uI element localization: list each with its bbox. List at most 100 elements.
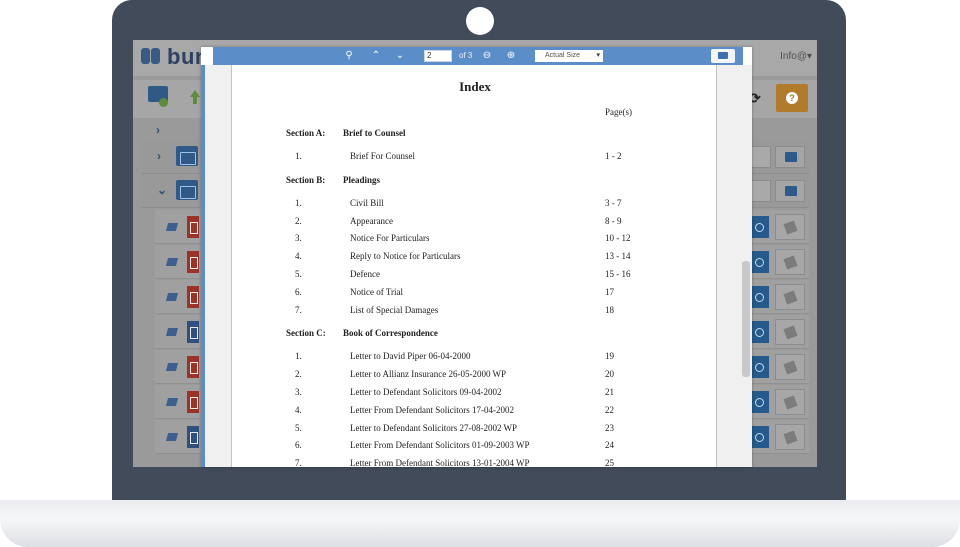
entry-pages: 17 [605, 286, 614, 297]
folder-icon [176, 146, 198, 166]
logo-icon [141, 48, 161, 64]
view-button[interactable] [749, 321, 769, 343]
word-file-icon [187, 426, 199, 448]
pdf-viewer: Index Page(s) Section A: Brief to Counsel… [201, 47, 752, 467]
entry-number: 5. [295, 422, 302, 433]
edit-icon[interactable] [775, 424, 805, 450]
viewer-toolbar: ⚲ ⌃ ⌄ 2 of 3 ⊖ ⊕ Actual Size [213, 47, 743, 65]
edit-icon[interactable] [775, 354, 805, 380]
collapse-chevron-icon[interactable]: ⌄ [157, 183, 167, 197]
drag-handle-icon[interactable] [165, 398, 179, 406]
drag-handle-icon[interactable] [165, 293, 179, 301]
entry-number: 5. [295, 269, 302, 279]
laptop-base [0, 500, 960, 547]
help-button[interactable]: ? [776, 84, 808, 112]
entry-number: 4. [295, 251, 302, 262]
entry-pages: 21 [605, 387, 614, 397]
entry-number: 7. [295, 304, 302, 315]
pdf-file-icon [187, 251, 199, 273]
view-button[interactable] [749, 251, 769, 273]
expand-chevron-icon[interactable]: › [157, 149, 161, 163]
entry-title: Reply to Notice for Particulars [350, 251, 461, 262]
entry-pages: 22 [605, 404, 614, 415]
edit-icon[interactable] [775, 284, 805, 310]
edit-icon[interactable] [775, 389, 805, 415]
print-button[interactable] [711, 49, 735, 63]
zoom-in-button[interactable]: ⊕ [501, 49, 521, 63]
entry-number: 6. [295, 440, 302, 451]
search-icon[interactable]: ⚲ [339, 49, 359, 63]
section-name: Pleadings [343, 174, 381, 185]
entry-pages: 20 [605, 369, 614, 380]
entry-number: 6. [295, 286, 302, 297]
zoom-out-button[interactable]: ⊖ [477, 49, 497, 63]
previous-page-button[interactable]: ⌃ [366, 49, 386, 63]
section-label: Section B: [286, 174, 326, 185]
help-icon: ? [786, 92, 798, 104]
entry-number: 1. [295, 197, 302, 208]
pdf-file-icon [187, 356, 199, 378]
entry-title: Letter to Allianz Insurance 26-05-2000 W… [350, 369, 507, 380]
view-button[interactable] [749, 286, 769, 308]
word-file-icon [187, 321, 199, 343]
scrollbar-thumb[interactable] [742, 261, 750, 377]
entry-number: 2. [295, 369, 302, 380]
open-folder-button[interactable] [775, 180, 805, 202]
pdf-file-icon [187, 216, 199, 238]
entry-title: List of Special Damages [350, 304, 439, 315]
entry-title: Notice For Particulars [350, 233, 430, 244]
breadcrumb-chevron-icon[interactable]: › [156, 123, 160, 137]
entry-pages: 1 - 2 [605, 151, 622, 161]
upload-icon[interactable] [190, 90, 200, 104]
entry-title: Letter to David Piper 06-04-2000 [350, 351, 471, 362]
zoom-select[interactable]: Actual Size [535, 50, 603, 62]
view-button[interactable] [749, 216, 769, 238]
next-page-button[interactable]: ⌄ [390, 49, 410, 63]
entry-title: Letter to Defendant Solicitors 09-04-200… [350, 387, 502, 397]
entry-pages: 8 - 9 [605, 215, 622, 226]
document-scroll-area[interactable]: Index Page(s) Section A: Brief to Counsel… [201, 65, 752, 467]
webcam [466, 7, 494, 35]
index-title: Index [459, 79, 491, 94]
folder-icon [176, 180, 198, 200]
edit-icon[interactable] [775, 249, 805, 275]
pages-column-header: Page(s) [605, 107, 632, 117]
entry-pages: 24 [605, 440, 614, 451]
section-name: Book of Correspondence [343, 328, 438, 339]
entry-number: 2. [295, 215, 302, 226]
viewer-edge [201, 65, 205, 467]
edit-icon[interactable] [775, 319, 805, 345]
user-menu[interactable]: Info@▾ [780, 51, 812, 62]
pdf-file-icon [187, 286, 199, 308]
entry-title: Civil Bill [350, 197, 384, 208]
laptop-mockup: bun Info@▾ ⟳ ? › › ⌄ Index Page(s) Secti… [0, 0, 960, 547]
entry-title: Letter From Defendant Solicitors 17-04-2… [350, 404, 514, 415]
entry-pages: 18 [605, 304, 614, 315]
entry-number: 3. [295, 233, 302, 244]
drag-handle-icon[interactable] [165, 258, 179, 266]
page-number-input[interactable]: 2 [424, 50, 452, 62]
entry-pages: 19 [605, 351, 614, 362]
drag-handle-icon[interactable] [165, 328, 179, 336]
drag-handle-icon[interactable] [165, 433, 179, 441]
drag-handle-icon[interactable] [165, 363, 179, 371]
entry-title: Defence [350, 269, 380, 279]
drag-handle-icon[interactable] [165, 223, 179, 231]
entry-pages: 13 - 14 [605, 251, 631, 262]
entry-title: Letter From Defendant Solicitors 01-09-2… [350, 440, 530, 451]
pdf-file-icon [187, 391, 199, 413]
entry-title: Letter From Defendant Solicitors 13-01-2… [350, 458, 530, 467]
open-folder-button[interactable] [775, 146, 805, 168]
entry-pages: 3 - 7 [605, 197, 622, 208]
entry-number: 4. [295, 404, 302, 415]
entry-number: 3. [295, 387, 302, 397]
add-badge-icon [159, 98, 168, 107]
section-label: Section C: [286, 328, 326, 339]
edit-icon[interactable] [775, 214, 805, 240]
entry-title: Appearance [350, 215, 393, 226]
page-count: of 3 [459, 51, 473, 60]
view-button[interactable] [749, 356, 769, 378]
view-button[interactable] [749, 426, 769, 448]
view-button[interactable] [749, 391, 769, 413]
entry-pages: 15 - 16 [605, 269, 631, 279]
